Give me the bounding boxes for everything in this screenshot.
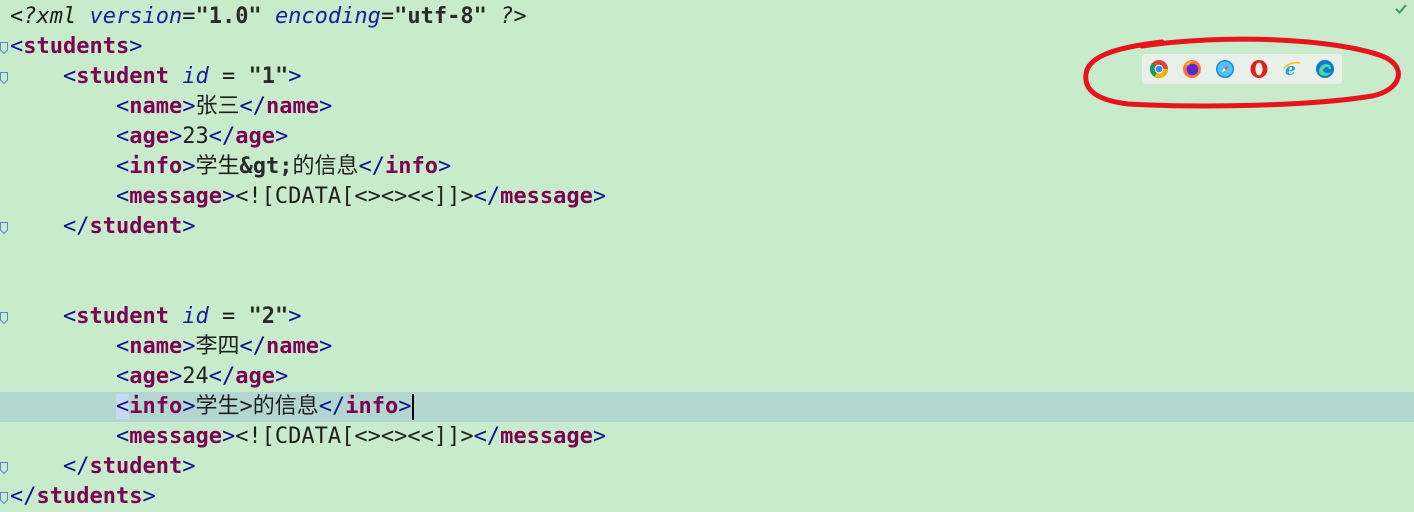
attribute-name: id: [182, 304, 209, 329]
tag-name: info: [345, 394, 399, 419]
tag-name: student: [89, 214, 183, 239]
tag-name: age: [129, 364, 169, 389]
tag-name: info: [129, 154, 183, 179]
tag-name: info: [129, 394, 183, 419]
code-line[interactable]: <message><![CDATA[<><><<]]></message>: [10, 422, 606, 452]
chrome-icon[interactable]: [1149, 59, 1169, 79]
tag-name: name: [265, 94, 319, 119]
fold-marker-icon[interactable]: [0, 42, 8, 54]
code-line[interactable]: </student>: [10, 452, 195, 482]
code-line[interactable]: <students>: [10, 32, 142, 62]
current-code-line[interactable]: <info>学生>的信息</info>: [0, 392, 1414, 422]
code-line[interactable]: <age>23</age>: [10, 122, 288, 152]
tag-name: student: [89, 454, 183, 479]
firefox-icon[interactable]: [1182, 59, 1202, 79]
code-line[interactable]: <name>李四</name>: [10, 332, 332, 362]
element-text: 23: [182, 124, 209, 149]
element-text: 学生: [195, 154, 240, 179]
code-editor[interactable]: <?xml version="1.0" encoding="utf-8" ?> <…: [0, 0, 1414, 512]
tag-name: age: [235, 364, 275, 389]
code-line[interactable]: </student>: [10, 212, 195, 242]
fold-marker-icon[interactable]: [0, 492, 8, 504]
tag-name: name: [129, 334, 183, 359]
check-icon: [1395, 4, 1407, 14]
fold-marker-icon[interactable]: [0, 72, 8, 84]
tag-name: students: [36, 484, 143, 509]
code-line[interactable]: <info>学生&gt;的信息</info>: [10, 152, 451, 182]
ie-icon[interactable]: e: [1282, 59, 1302, 79]
code-line[interactable]: <student id = "1">: [10, 62, 301, 92]
attribute-value: "1": [248, 64, 289, 89]
safari-icon[interactable]: [1215, 59, 1235, 79]
attribute-value: "2": [248, 304, 289, 329]
code-line[interactable]: <name>张三</name>: [10, 92, 332, 122]
tag-name: message: [129, 184, 222, 209]
element-text: 的信息: [292, 154, 359, 179]
opera-icon[interactable]: [1249, 59, 1269, 79]
edge-icon[interactable]: [1315, 59, 1335, 79]
fold-marker-icon[interactable]: [0, 312, 8, 324]
element-text: <![CDATA[<><><<]]>: [235, 184, 474, 209]
element-text: <![CDATA[<><><<]]>: [235, 424, 474, 449]
attribute-name: id: [182, 64, 209, 89]
tag-name: age: [129, 124, 169, 149]
code-line[interactable]: </students>: [10, 482, 156, 512]
tag-name: name: [129, 94, 183, 119]
element-text: 李四: [195, 334, 240, 359]
tag-name: message: [500, 424, 593, 449]
fold-marker-icon[interactable]: [0, 462, 8, 474]
browser-preview-bar: e: [1142, 54, 1342, 84]
tag-name: info: [384, 154, 438, 179]
tag-name: age: [235, 124, 275, 149]
tag-name: name: [265, 334, 319, 359]
tag-name: student: [76, 64, 169, 89]
tag-name: students: [23, 34, 130, 59]
element-text: 学生>的信息: [195, 394, 319, 419]
text-caret: [412, 394, 415, 420]
element-text: 张三: [195, 94, 240, 119]
fold-marker-icon[interactable]: [0, 222, 8, 234]
code-line[interactable]: <message><![CDATA[<><><<]]></message>: [10, 182, 606, 212]
tag-name: message: [129, 424, 222, 449]
code-line[interactable]: <student id = "2">: [10, 302, 301, 332]
tag-name: student: [76, 304, 169, 329]
element-text: 24: [182, 364, 209, 389]
entity-ref: &gt;: [239, 154, 293, 179]
code-line[interactable]: <age>24</age>: [10, 362, 288, 392]
code-line[interactable]: <?xml version="1.0" encoding="utf-8" ?>: [10, 2, 527, 32]
tag-name: message: [500, 184, 593, 209]
